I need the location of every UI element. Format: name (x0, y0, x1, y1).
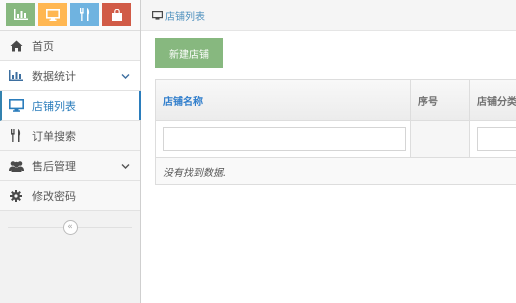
breadcrumb: 店铺列表 (141, 0, 516, 31)
desktop-icon (8, 98, 24, 114)
sidebar-item-label: 数据统计 (32, 69, 76, 83)
shop-name-filter-input[interactable] (163, 127, 406, 151)
sidebar-item-stats[interactable]: 数据统计 (0, 61, 140, 91)
sidebar-item-label: 订单搜索 (32, 129, 76, 143)
cutlery-icon (8, 128, 24, 144)
shortcut-stats-button[interactable] (6, 3, 35, 26)
shortcut-aftersale-button[interactable] (102, 3, 131, 26)
add-shop-button[interactable]: 新建店铺 (155, 38, 223, 68)
users-icon (8, 158, 24, 174)
column-header-shop-category[interactable]: 店铺分类 (470, 80, 516, 120)
sidebar-item-label: 修改密码 (32, 189, 76, 203)
cutlery-icon (79, 8, 91, 21)
sidebar-item-label: 售后管理 (32, 159, 76, 173)
shopping-bag-icon (111, 8, 123, 21)
chevron-down-icon (121, 160, 130, 173)
breadcrumb-current[interactable]: 店铺列表 (165, 8, 205, 23)
bar-chart-icon (8, 68, 24, 84)
table-header-row: 店铺名称 序号 店铺分类 (155, 80, 516, 121)
sidebar-collapse: « (0, 215, 140, 239)
empty-message: 没有找到数据. (155, 158, 516, 185)
chevron-down-icon (121, 70, 130, 83)
sidebar-item-shop-list[interactable]: 店铺列表 (0, 91, 141, 121)
sidebar: 首页 数据统计 店铺列表 订单搜索 售后管理 修改密码 « (0, 0, 141, 303)
desktop-icon (152, 10, 163, 20)
column-header-index[interactable]: 序号 (411, 80, 470, 120)
sidebar-item-label: 店铺列表 (32, 99, 76, 113)
gear-icon (8, 188, 24, 204)
shop-table: 店铺名称 序号 店铺分类 没有找到数据. (155, 79, 516, 185)
table-filter-row (155, 121, 516, 158)
main-content: 店铺列表 新建店铺 店铺名称 序号 店铺分类 没有找到数据. (141, 0, 516, 303)
shortcut-order-button[interactable] (70, 3, 99, 26)
shortcut-bar (0, 0, 140, 31)
sidebar-item-change-password[interactable]: 修改密码 (0, 181, 140, 211)
desktop-icon (45, 8, 60, 21)
home-icon (8, 38, 24, 54)
shortcut-shop-button[interactable] (38, 3, 67, 26)
collapse-sidebar-icon[interactable]: « (62, 219, 78, 235)
sidebar-item-order-search[interactable]: 订单搜索 (0, 121, 140, 151)
column-header-shop-name[interactable]: 店铺名称 (155, 80, 411, 120)
sidebar-item-label: 首页 (32, 39, 54, 53)
shop-category-filter-input[interactable] (477, 127, 516, 151)
sidebar-item-home[interactable]: 首页 (0, 31, 140, 61)
sidebar-item-aftersale[interactable]: 售后管理 (0, 151, 140, 181)
bar-chart-icon (13, 9, 28, 20)
